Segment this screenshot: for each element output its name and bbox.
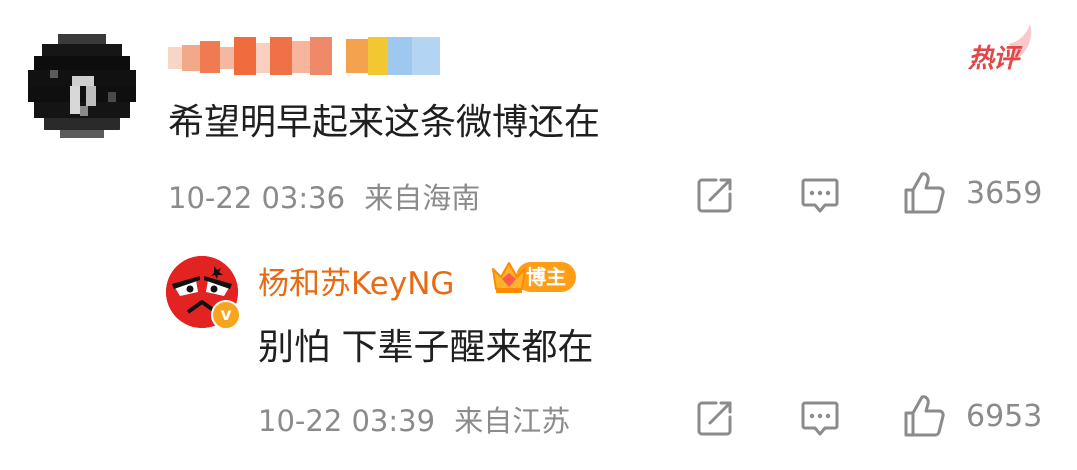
reply-like-button[interactable]: 6953 [902, 393, 1042, 439]
blogger-badge: 博主 [490, 259, 578, 295]
comment-icon [801, 178, 839, 213]
share-icon [697, 178, 732, 213]
reply-like-count: 6953 [966, 398, 1043, 434]
thumbs-up-icon [904, 172, 945, 214]
like-button[interactable]: 3659 [902, 170, 1042, 216]
like-count: 3659 [966, 175, 1043, 211]
reply-timestamp: 10-22 03:39 [258, 404, 436, 438]
commenter-username-pixelated[interactable] [168, 37, 440, 75]
hot-comment-label: 热评 [968, 44, 1019, 74]
reply-button[interactable] [799, 174, 841, 216]
reply-share-button[interactable] [694, 397, 736, 439]
comment-icon [801, 401, 839, 436]
comment-meta: 10-22 03:36 来自海南 [168, 175, 480, 217]
reply-username[interactable]: 杨和苏KeyNG [258, 258, 454, 303]
reply-text: 别怕 下辈子醒来都在 [258, 327, 594, 368]
reply-meta: 10-22 03:39 来自江苏 [258, 398, 570, 440]
reply-location: 来自江苏 [454, 404, 571, 438]
thumbs-up-icon [904, 395, 945, 437]
reply-comment-button[interactable] [799, 397, 841, 439]
share-button[interactable] [694, 174, 736, 216]
comment-timestamp: 10-22 03:36 [168, 181, 346, 215]
share-icon [697, 401, 732, 436]
comment-location: 来自海南 [364, 181, 481, 215]
comment-text: 希望明早起来这条微博还在 [168, 102, 601, 143]
pixelated-avatar-image [24, 26, 140, 144]
crown-icon [492, 262, 526, 293]
hot-comment-tag: 热评 [966, 22, 1038, 74]
commenter-avatar[interactable] [24, 26, 140, 144]
verified-badge-icon: v [211, 300, 241, 330]
